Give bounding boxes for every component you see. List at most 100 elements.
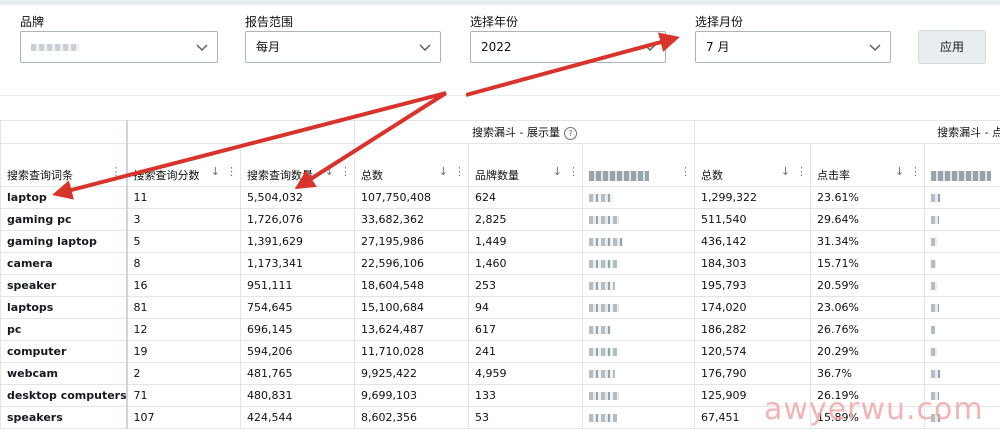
sort-down-icon[interactable]: ↓ — [439, 165, 448, 178]
query-term-cell[interactable]: computer — [0, 340, 128, 363]
table-row: laptop 11 5,504,032 107,750,408 624 1,299,322… — [0, 186, 1000, 209]
clicks-total-cell: 511,540 — [694, 208, 812, 231]
range-value: 每月 — [256, 40, 281, 54]
query-term-cell[interactable]: laptop — [0, 186, 128, 209]
volume-cell: 951,111 — [240, 274, 355, 297]
ctr-cell: 23.06% — [810, 296, 926, 319]
apply-button[interactable]: 应用 — [918, 30, 986, 64]
col-header-volume[interactable]: 搜索查询数量 ↓ ⋮ — [240, 143, 355, 187]
query-term-cell[interactable]: desktop computers — [0, 384, 128, 407]
table-row: pc 12 696,145 13,624,487 617 186,282 26.76% — [0, 318, 1000, 341]
score-cell: 107 — [126, 406, 241, 429]
redacted-value — [931, 304, 940, 312]
table-row: gaming laptop 5 1,391,629 27,195,986 1,449 43… — [0, 230, 1000, 253]
impressions-brand-cell: 94 — [468, 296, 583, 319]
search-query-table: 搜索漏斗 - 展示量? 搜索漏斗 - 点击 搜索查询词条 ⋮ 搜索查询分数 ↓⋮… — [0, 120, 1000, 436]
redacted-value — [589, 370, 615, 378]
redacted-cell — [581, 384, 696, 407]
year-value: 2022 — [481, 40, 512, 54]
kebab-menu-icon[interactable]: ⋮ — [111, 165, 122, 178]
redacted-value — [589, 216, 619, 224]
volume-cell: 1,173,341 — [240, 252, 355, 275]
redacted-value — [931, 260, 937, 268]
query-term-cell[interactable]: camera — [0, 252, 128, 275]
kebab-menu-icon[interactable]: ⋮ — [568, 165, 579, 178]
kebab-menu-icon[interactable]: ⋮ — [226, 165, 237, 178]
score-cell: 71 — [126, 384, 241, 407]
score-cell: 5 — [126, 230, 241, 253]
filter-bar: 品牌 报告范围 每月 选择年份 2022 选择月份 7 月 应用 — [0, 5, 1000, 95]
sort-down-icon[interactable]: ↓ — [781, 165, 790, 178]
kebab-menu-icon[interactable]: ⋮ — [796, 165, 807, 178]
redacted-cell — [924, 230, 1000, 253]
year-select[interactable]: 2022 — [470, 31, 666, 63]
info-icon[interactable]: ? — [564, 127, 577, 140]
impressions-total-cell: 11,710,028 — [354, 340, 469, 363]
col-header-clicks-total[interactable]: 总数 ↓ ⋮ — [694, 143, 812, 187]
impressions-total-cell: 8,602,356 — [354, 406, 469, 429]
redacted-value — [589, 282, 615, 290]
query-term-cell[interactable]: webcam — [0, 362, 128, 385]
redacted-cell — [924, 274, 1000, 297]
redacted-cell — [924, 296, 1000, 319]
impressions-total-cell: 33,682,362 — [354, 208, 469, 231]
brand-value-redacted — [31, 44, 79, 51]
redacted-cell — [581, 340, 696, 363]
redacted-value — [589, 414, 617, 422]
redacted-value — [589, 304, 619, 312]
col-header-impressions-brand[interactable]: 品牌数量 ↓ ⋮ — [468, 143, 583, 187]
clicks-total-cell: 174,020 — [694, 296, 812, 319]
sort-down-icon[interactable]: ↓ — [325, 165, 334, 178]
impressions-brand-cell: 241 — [468, 340, 583, 363]
month-select[interactable]: 7 月 — [695, 31, 891, 63]
query-term-cell[interactable]: pc — [0, 318, 128, 341]
table-row: laptops 81 754,645 15,100,684 94 174,020 23.06… — [0, 296, 1000, 319]
sort-down-icon[interactable]: ↓ — [895, 165, 904, 178]
kebab-menu-icon[interactable]: ⋮ — [680, 165, 691, 178]
query-term-cell[interactable]: speaker — [0, 274, 128, 297]
impressions-total-cell: 22,596,106 — [354, 252, 469, 275]
query-term-cell[interactable]: gaming laptop — [0, 230, 128, 253]
col-header-redacted[interactable] — [924, 143, 1000, 187]
sort-down-icon[interactable]: ↓ — [553, 165, 562, 178]
ctr-cell: 15.71% — [810, 252, 926, 275]
redacted-value — [589, 326, 611, 334]
redacted-header — [931, 171, 992, 181]
table-row: speaker 16 951,111 18,604,548 253 195,793 20.5… — [0, 274, 1000, 297]
table-row: webcam 2 481,765 9,925,422 4,959 176,790 36.7% — [0, 362, 1000, 385]
impressions-brand-cell: 4,959 — [468, 362, 583, 385]
group-spacer — [126, 120, 355, 144]
redacted-value — [589, 260, 617, 268]
redacted-value — [931, 194, 942, 202]
redacted-cell — [581, 274, 696, 297]
query-term-cell[interactable]: gaming pc — [0, 208, 128, 231]
clicks-total-cell: 184,303 — [694, 252, 812, 275]
range-select[interactable]: 每月 — [245, 31, 441, 63]
score-cell: 8 — [126, 252, 241, 275]
redacted-cell — [581, 406, 696, 429]
brand-select[interactable] — [20, 31, 218, 63]
impressions-brand-cell: 253 — [468, 274, 583, 297]
redacted-cell — [924, 186, 1000, 209]
col-header-query[interactable]: 搜索查询词条 ⋮ — [0, 143, 128, 187]
redacted-cell — [924, 252, 1000, 275]
sort-down-icon[interactable]: ↓ — [211, 165, 220, 178]
col-header-redacted[interactable]: ⋮ — [581, 143, 696, 187]
brand-label: 品牌 — [20, 15, 45, 29]
impressions-brand-cell: 133 — [468, 384, 583, 407]
redacted-value — [589, 194, 613, 202]
kebab-menu-icon[interactable]: ⋮ — [454, 165, 465, 178]
kebab-menu-icon[interactable]: ⋮ — [910, 165, 921, 178]
impressions-brand-cell: 2,825 — [468, 208, 583, 231]
col-header-impressions-total[interactable]: 总数 ↓ ⋮ — [354, 143, 469, 187]
query-term-cell[interactable]: speakers — [0, 406, 128, 429]
col-header-ctr[interactable]: 点击率 ↓ ⋮ — [810, 143, 926, 187]
ctr-cell: 31.34% — [810, 230, 926, 253]
query-term-cell[interactable]: laptops — [0, 296, 128, 319]
kebab-menu-icon[interactable]: ⋮ — [340, 165, 351, 178]
redacted-value — [931, 370, 942, 378]
ctr-cell: 26.76% — [810, 318, 926, 341]
col-header-score[interactable]: 搜索查询分数 ↓ ⋮ — [126, 143, 241, 187]
year-label: 选择年份 — [470, 15, 519, 29]
impressions-total-cell: 9,925,422 — [354, 362, 469, 385]
